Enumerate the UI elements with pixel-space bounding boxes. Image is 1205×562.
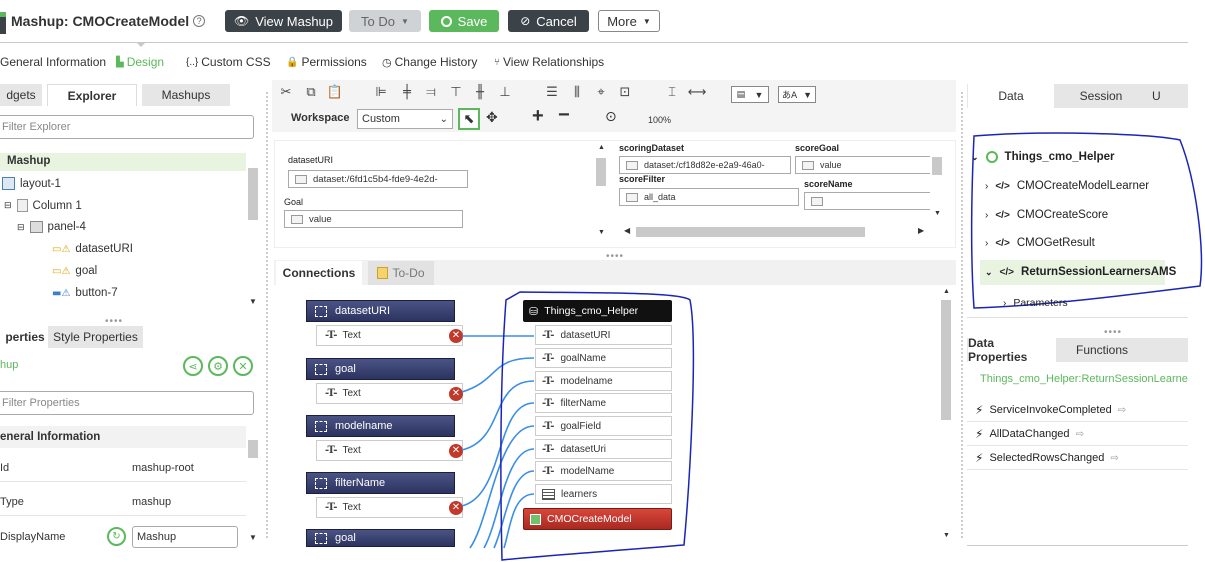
service-label: CMOCreateScore [1016, 209, 1109, 221]
service-label: CMOGetResult [1016, 237, 1095, 249]
tab-session[interactable]: Session [1058, 84, 1144, 108]
bottom-border [967, 545, 1188, 546]
params-label: Parameters [1013, 297, 1068, 309]
splitter-handle[interactable]: •••• [1104, 327, 1122, 338]
event-label: SelectedRowsChanged [989, 452, 1105, 464]
binding-link [493, 470, 535, 549]
event-row[interactable]: ⚡ SelectedRowsChanged ⇨ [975, 451, 1119, 465]
binding-links [461, 335, 535, 549]
tab-user[interactable]: U [1150, 84, 1188, 108]
connections-vscroll[interactable] [941, 300, 951, 420]
event-label: ServiceInvokeCompleted [989, 404, 1112, 416]
scroll-up-arrow[interactable]: ▲ [943, 288, 950, 295]
tree-label: Things_cmo_Helper [1004, 151, 1115, 163]
tab-label: Data [998, 89, 1024, 103]
right-divider [967, 317, 1188, 318]
event-row[interactable]: ⚡ AllDataChanged ⇨ [975, 427, 1084, 441]
service-label: ReturnSessionLearnersAMS [1021, 266, 1177, 278]
tab-label: Data Properties [968, 336, 1028, 364]
thing-icon [985, 151, 998, 163]
service-label: CMOCreateModelLearner [1016, 180, 1150, 192]
drag-arrow-icon[interactable]: ⇨ [1110, 453, 1118, 464]
parameters-item[interactable]: › Parameters [1003, 297, 1068, 309]
chevron-right-icon: › [985, 180, 989, 192]
tab-label: Functions [1075, 343, 1129, 357]
tab-data[interactable]: Data [968, 84, 1054, 108]
binding-link [461, 380, 535, 451]
service-item[interactable]: › </> CMOGetResult [985, 237, 1095, 249]
tab-label: U [1152, 89, 1161, 103]
tab-label: Session [1079, 89, 1123, 103]
data-source-root[interactable]: ⌄ Things_cmo_Helper [971, 151, 1114, 163]
service-item-selected[interactable]: ⌄ </> ReturnSessionLearnersAMS [985, 266, 1176, 278]
divider [967, 469, 1188, 470]
divider [967, 421, 1188, 422]
binding-link [461, 402, 535, 507]
lightning-icon: ⚡ [975, 451, 984, 465]
chevron-right-icon: › [985, 209, 989, 221]
drag-arrow-icon[interactable]: ⇨ [1118, 405, 1126, 416]
lightning-icon: ⚡ [975, 403, 984, 417]
event-label: AllDataChanged [989, 428, 1070, 440]
chevron-right-icon: › [1003, 297, 1007, 309]
service-item[interactable]: › </> CMOCreateModelLearner [985, 180, 1149, 192]
tab-data-properties[interactable]: Data Properties [968, 336, 1056, 364]
binding-link [483, 448, 535, 549]
scroll-down-arrow[interactable]: ▼ [943, 532, 950, 539]
divider [967, 445, 1188, 446]
tab-functions[interactable]: Functions [1060, 338, 1144, 362]
service-item[interactable]: › </> CMOCreateScore [985, 209, 1108, 221]
code-icon: </> [995, 209, 1010, 221]
lightning-icon: ⚡ [975, 427, 984, 441]
code-icon: </> [995, 237, 1010, 249]
code-icon: </> [995, 180, 1010, 192]
selected-service-path: Things_cmo_Helper:ReturnSessionLearner [980, 373, 1188, 385]
event-row[interactable]: ⚡ ServiceInvokeCompleted ⇨ [975, 403, 1126, 417]
code-icon: </> [999, 266, 1015, 278]
drag-arrow-icon[interactable]: ⇨ [1076, 429, 1084, 440]
right-splitter[interactable] [961, 90, 963, 540]
chevron-down-icon: ⌄ [985, 266, 993, 277]
chevron-right-icon: › [985, 237, 989, 249]
chevron-down-icon: ⌄ [971, 151, 979, 162]
binding-link [461, 357, 535, 393]
